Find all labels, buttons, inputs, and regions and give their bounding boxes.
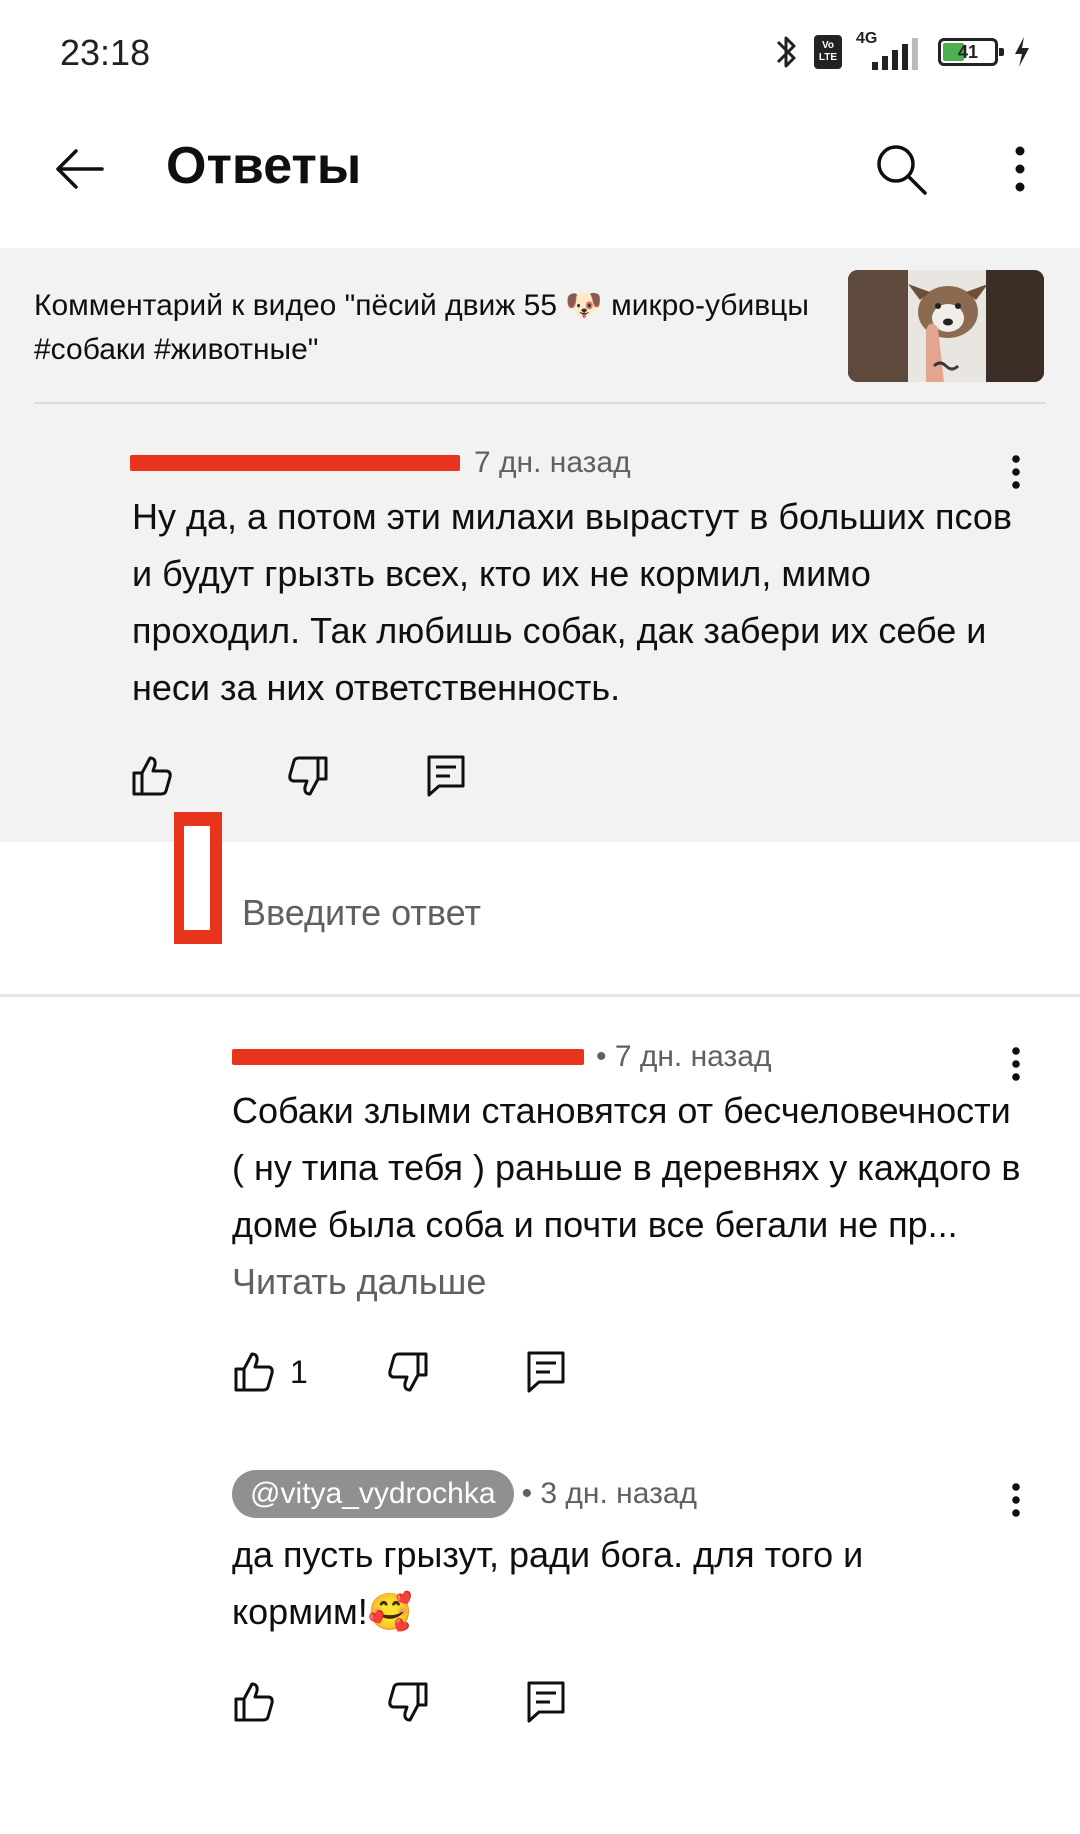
like-count: 1 (290, 1353, 308, 1390)
comment-body: Собаки злыми становятся от бесчеловечнос… (232, 1090, 1021, 1245)
more-vert-icon (1012, 1047, 1020, 1081)
thumb-down-icon (388, 1352, 428, 1392)
dislike-button[interactable] (286, 754, 330, 798)
search-icon (877, 145, 927, 195)
page-title: Ответы (166, 137, 362, 195)
search-button[interactable] (866, 134, 936, 204)
divider (0, 994, 1080, 997)
comment-menu-button[interactable] (996, 1470, 1036, 1530)
comment-meta: • 7 дн. назад (232, 1040, 771, 1074)
back-arrow-icon (56, 149, 104, 189)
like-button[interactable]: 1 (232, 1350, 308, 1394)
comment-time: • 7 дн. назад (596, 1040, 772, 1073)
read-more-link[interactable]: Читать дальше (232, 1261, 486, 1302)
reply-button[interactable] (426, 754, 466, 798)
comment-text: Собаки злыми становятся от бесчеловечнос… (232, 1082, 1022, 1310)
volte-icon: Vo LTE (814, 35, 842, 69)
comment-text: Ну да, а потом эти милахи вырастут в бол… (132, 496, 1013, 708)
avatar (174, 812, 222, 944)
status-icons: Vo LTE 4G 41 (774, 30, 1032, 74)
redacted-username (232, 1049, 584, 1065)
status-time: 23:18 (60, 32, 151, 73)
comment-icon (427, 755, 465, 797)
reply-input-row: Введите ответ (0, 812, 1080, 998)
status-bar: 23:18 Vo LTE 4G 41 (0, 0, 1080, 110)
bluetooth-icon (776, 36, 796, 68)
comment-text: да пусть грызут, ради бога. для того и к… (232, 1534, 864, 1632)
back-button[interactable] (44, 134, 114, 204)
author-handle[interactable]: @vitya_vydrochka (232, 1470, 514, 1518)
like-button[interactable] (232, 1680, 276, 1724)
comment-meta: @vitya_vydrochka • 3 дн. назад (232, 1470, 697, 1518)
more-vert-icon (1012, 1483, 1020, 1517)
divider (34, 402, 1046, 404)
charging-icon (1015, 37, 1029, 67)
comment-icon (527, 1351, 565, 1393)
thumb-up-icon (234, 1352, 274, 1392)
comment-time: • 3 дн. назад (521, 1477, 698, 1510)
battery-icon: 41 (938, 38, 1004, 66)
thumb-up-icon (234, 1682, 274, 1722)
thumb-up-icon (132, 756, 172, 796)
reply-button[interactable] (526, 1350, 566, 1394)
more-options-button[interactable] (990, 134, 1050, 204)
dislike-button[interactable] (386, 1680, 430, 1724)
comment-icon (527, 1681, 565, 1723)
comment-time: 7 дн. назад (474, 446, 631, 479)
like-button[interactable] (130, 754, 174, 798)
battery-level: 41 (957, 42, 979, 62)
reply-button[interactable] (526, 1680, 566, 1724)
thumb-down-icon (288, 756, 328, 796)
dislike-button[interactable] (386, 1350, 430, 1394)
redacted-username (130, 455, 460, 471)
video-thumbnail-image (848, 270, 1044, 382)
more-vert-icon (1012, 455, 1020, 489)
thumb-down-icon (388, 1682, 428, 1722)
video-thumbnail[interactable] (848, 270, 1044, 382)
more-vert-icon (1015, 146, 1025, 192)
parent-comment-card: Комментарий к видео "пёсий движ 55 🐶 мик… (0, 248, 1080, 842)
app-bar: Ответы (0, 110, 1080, 248)
reply-input[interactable]: Введите ответ (242, 892, 481, 934)
comment-meta: 7 дн. назад (130, 446, 631, 480)
signal-icon: 4G (856, 30, 924, 74)
video-reference[interactable]: Комментарий к видео "пёсий движ 55 🐶 мик… (34, 284, 834, 372)
